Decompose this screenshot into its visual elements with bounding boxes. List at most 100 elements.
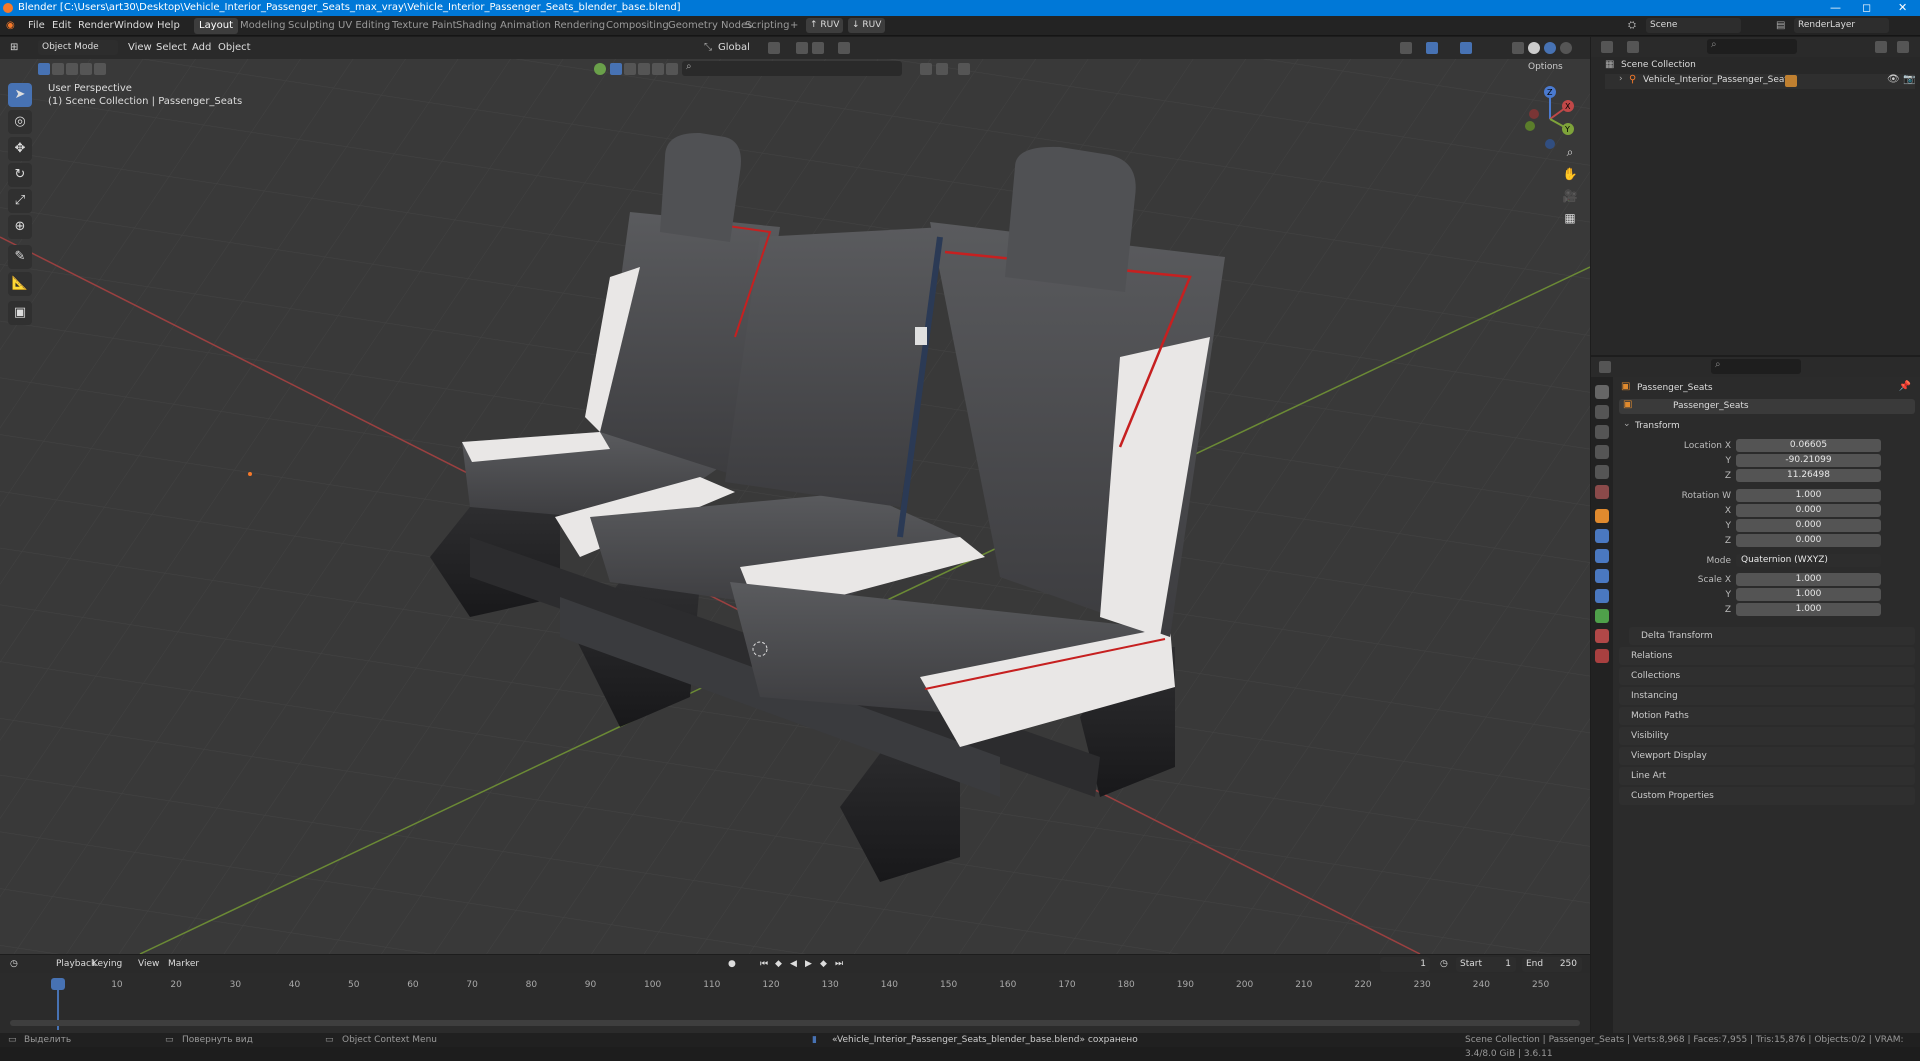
properties-search-input[interactable]: ⌕ bbox=[1711, 359, 1801, 374]
menu-file[interactable]: File bbox=[28, 20, 45, 31]
relations-panel[interactable]: Relations bbox=[1619, 647, 1915, 665]
tab-scripting[interactable]: Scripting bbox=[745, 20, 789, 31]
snap-icon[interactable] bbox=[796, 42, 808, 54]
add-cube-tool[interactable]: ▣ bbox=[8, 301, 32, 325]
ortho-toggle-icon[interactable]: ▦ bbox=[1560, 208, 1580, 228]
next-keyframe-icon[interactable]: ◆ bbox=[820, 959, 827, 969]
object-tab-icon[interactable] bbox=[1595, 509, 1609, 523]
properties-editor-icon[interactable] bbox=[1599, 361, 1611, 373]
object-data-icon[interactable] bbox=[1785, 75, 1797, 87]
custom-properties-panel[interactable]: Custom Properties bbox=[1619, 787, 1915, 805]
solid-shading-icon[interactable] bbox=[1528, 42, 1540, 54]
transform-orientation-selector[interactable]: Global bbox=[718, 42, 750, 53]
outliner-row-object[interactable]: › ⚲ Vehicle_Interior_Passenger_Seats 👁 📷 bbox=[1605, 74, 1915, 89]
material-tab-icon[interactable] bbox=[1595, 629, 1609, 643]
menu-timeline-view[interactable]: View bbox=[138, 959, 159, 969]
tab-shading[interactable]: Shading bbox=[456, 20, 497, 31]
location-x-field[interactable]: 0.06605 bbox=[1736, 439, 1881, 452]
timeline-editor[interactable]: ◷ Playback Keying View Marker ● ⏮ ◆ ◀ ▶ … bbox=[0, 955, 1590, 1033]
menu-view[interactable]: View bbox=[128, 42, 152, 53]
menu-window[interactable]: Window bbox=[114, 20, 153, 31]
3d-viewport[interactable]: ⊞ Object Mode View Select Add Object ⤡ G… bbox=[0, 37, 1590, 954]
constraints-tab-icon[interactable] bbox=[1595, 589, 1609, 603]
tab-compositing[interactable]: Compositing bbox=[606, 20, 669, 31]
rotate-tool[interactable]: ↻ bbox=[8, 163, 32, 187]
proportional-edit-icon[interactable] bbox=[838, 42, 850, 54]
motion-paths-panel[interactable]: Motion Paths bbox=[1619, 707, 1915, 725]
select-mode-subtract-icon[interactable] bbox=[66, 63, 78, 75]
transform-panel-header[interactable]: ⌄ Transform bbox=[1619, 419, 1915, 435]
close-button[interactable]: ✕ bbox=[1898, 0, 1907, 16]
menu-keying[interactable]: Keying bbox=[92, 959, 122, 969]
menu-help[interactable]: Help bbox=[157, 20, 180, 31]
collections-panel[interactable]: Collections bbox=[1619, 667, 1915, 685]
rotation-z-field[interactable]: 0.000 bbox=[1736, 534, 1881, 547]
rotation-mode-select[interactable]: Quaternion (WXYZ) bbox=[1736, 554, 1881, 567]
scene-tab-icon[interactable] bbox=[1595, 465, 1609, 479]
wireframe-shading-icon[interactable] bbox=[1512, 42, 1524, 54]
physics-tab-icon[interactable] bbox=[1595, 569, 1609, 583]
jump-end-icon[interactable]: ⏭ bbox=[835, 959, 843, 969]
tab-rendering[interactable]: Rendering bbox=[554, 20, 605, 31]
select-mode-extend-icon[interactable] bbox=[52, 63, 64, 75]
outliner-row-scene-collection[interactable]: ▦ Scene Collection bbox=[1605, 59, 1915, 74]
particles-tab-icon[interactable] bbox=[1595, 549, 1609, 563]
eye-icon[interactable]: 👁 bbox=[1887, 74, 1900, 85]
scale-tool[interactable]: ⤢ bbox=[8, 189, 32, 213]
end-frame-field[interactable]: End 250 bbox=[1522, 957, 1582, 972]
menu-playback[interactable]: Playback bbox=[56, 959, 96, 969]
filter-empty-icon[interactable] bbox=[652, 63, 664, 75]
ruv-down-button[interactable]: ↓ RUV bbox=[848, 18, 886, 33]
menu-edit[interactable]: Edit bbox=[52, 20, 71, 31]
display-mode-icon[interactable] bbox=[1627, 41, 1639, 53]
object-datablock-field[interactable]: ▣ Passenger_Seats bbox=[1619, 399, 1915, 414]
delta-transform-panel[interactable]: Delta Transform bbox=[1629, 627, 1915, 645]
outliner-editor-icon[interactable] bbox=[1601, 41, 1613, 53]
play-reverse-icon[interactable]: ◀ bbox=[790, 959, 797, 969]
render-camera-icon[interactable]: 📷 bbox=[1903, 74, 1915, 85]
transform-tool[interactable]: ⊕ bbox=[8, 215, 32, 239]
menu-marker[interactable]: Marker bbox=[168, 959, 199, 969]
playhead[interactable] bbox=[51, 978, 65, 990]
filter-icon[interactable] bbox=[958, 63, 970, 75]
filter-light-icon[interactable] bbox=[624, 63, 636, 75]
scene-selector[interactable]: Scene bbox=[1646, 18, 1741, 33]
location-y-field[interactable]: -90.21099 bbox=[1736, 454, 1881, 467]
tab-texture-paint[interactable]: Texture Paint bbox=[392, 20, 457, 31]
scale-x-field[interactable]: 1.000 bbox=[1736, 573, 1881, 586]
rotation-w-field[interactable]: 1.000 bbox=[1736, 489, 1881, 502]
filter-mesh-icon[interactable] bbox=[594, 63, 606, 75]
prev-keyframe-icon[interactable]: ◆ bbox=[775, 959, 782, 969]
tab-modeling[interactable]: Modeling bbox=[240, 20, 286, 31]
rotation-y-field[interactable]: 0.000 bbox=[1736, 519, 1881, 532]
render-tab-icon[interactable] bbox=[1595, 405, 1609, 419]
world-tab-icon[interactable] bbox=[1595, 485, 1609, 499]
measure-tool[interactable]: 📐 bbox=[8, 272, 32, 296]
zoom-icon[interactable]: ⌕ bbox=[1560, 142, 1580, 162]
maximize-button[interactable]: ◻ bbox=[1862, 0, 1871, 16]
line-art-panel[interactable]: Line Art bbox=[1619, 767, 1915, 785]
location-z-field[interactable]: 11.26498 bbox=[1736, 469, 1881, 482]
pin-icon[interactable]: 📌 bbox=[1899, 381, 1911, 392]
menu-object[interactable]: Object bbox=[218, 42, 251, 53]
snap-target-icon[interactable] bbox=[812, 42, 824, 54]
current-frame-field[interactable]: 1 bbox=[1380, 957, 1430, 972]
rendered-shading-icon[interactable] bbox=[1560, 42, 1572, 54]
pan-hand-icon[interactable]: ✋ bbox=[1560, 164, 1580, 184]
scale-y-field[interactable]: 1.000 bbox=[1736, 588, 1881, 601]
gizmo-toggle-icon[interactable] bbox=[1426, 42, 1438, 54]
move-tool[interactable]: ✥ bbox=[8, 137, 32, 161]
instancing-panel[interactable]: Instancing bbox=[1619, 687, 1915, 705]
overlay-toggle-icon[interactable] bbox=[1460, 42, 1472, 54]
viewport-display-panel[interactable]: Viewport Display bbox=[1619, 747, 1915, 765]
cursor-tool[interactable]: ◎ bbox=[8, 110, 32, 134]
tab-animation[interactable]: Animation bbox=[500, 20, 551, 31]
auto-keying-icon[interactable]: ● bbox=[728, 959, 736, 969]
scale-z-field[interactable]: 1.000 bbox=[1736, 603, 1881, 616]
tool-tab-icon[interactable] bbox=[1595, 385, 1609, 399]
editor-type-icon[interactable]: ⊞ bbox=[10, 42, 18, 53]
texture-tab-icon[interactable] bbox=[1595, 649, 1609, 663]
tab-geometry-nodes[interactable]: Geometry Nodes bbox=[668, 20, 752, 31]
viewport-search-input[interactable]: ⌕ bbox=[682, 61, 902, 76]
visibility-icon[interactable] bbox=[1400, 42, 1412, 54]
